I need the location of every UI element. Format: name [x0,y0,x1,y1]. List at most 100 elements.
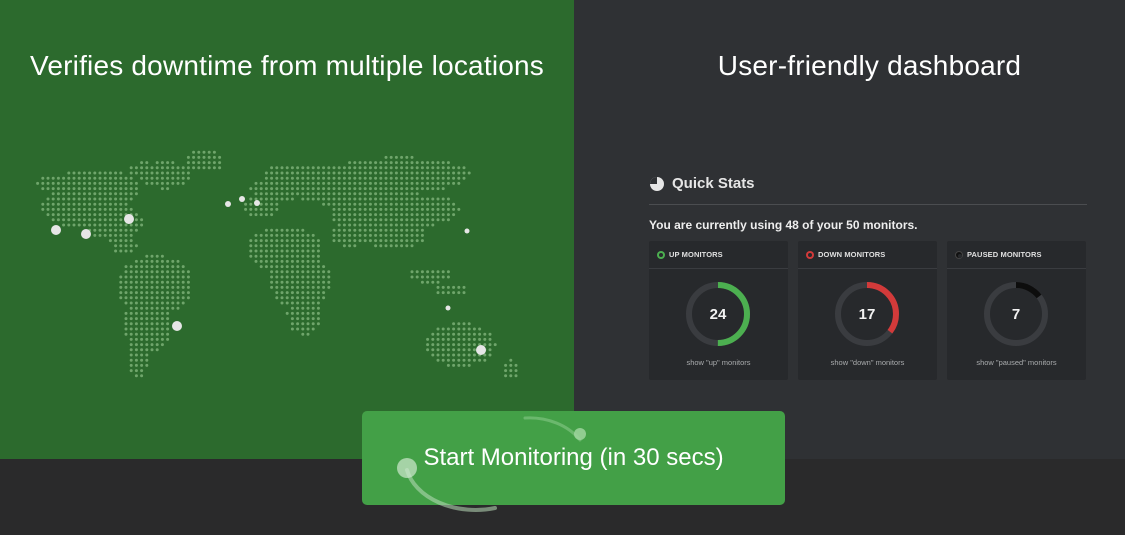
map-dot [337,207,341,211]
map-dot [436,202,440,206]
start-monitoring-button[interactable]: Start Monitoring (in 30 secs) [362,411,785,505]
map-dot [431,187,435,191]
map-dot [140,176,144,180]
map-dot [462,343,466,347]
map-dot [285,233,289,237]
map-dot [56,181,60,185]
map-dot [155,166,159,170]
map-dot [322,192,326,196]
map-dot [259,202,263,206]
map-dot [145,296,149,300]
map-dot [436,166,440,170]
map-dot [405,202,409,206]
map-dot [301,270,305,274]
map-dot [108,213,112,217]
map-dot [405,239,409,243]
map-dot [134,187,138,191]
show-up-monitors-link[interactable]: show "up" monitors [649,358,788,367]
map-dot [457,285,461,289]
map-dot [280,166,284,170]
map-dot [254,244,258,248]
show-paused-monitors-link[interactable]: show "paused" monitors [947,358,1086,367]
map-dot [322,291,326,295]
map-dot [82,223,86,227]
map-dot [270,259,274,263]
map-dot [431,337,435,341]
map-dot [56,192,60,196]
map-dot [77,223,81,227]
map-dot [270,254,274,258]
map-dot [114,228,118,232]
map-dot [124,301,128,305]
map-dot [160,317,164,321]
map-dot [296,181,300,185]
map-dot [145,358,149,362]
map-dot [415,187,419,191]
map-dot [311,265,315,269]
map-dot [290,275,294,279]
map-dot [124,265,128,269]
map-dot [129,348,133,352]
map-dot [467,353,471,357]
map-dot [358,181,362,185]
map-dot [145,181,149,185]
map-dot [441,348,445,352]
map-dot [431,171,435,175]
map-dot [176,296,180,300]
map-dot [82,207,86,211]
map-dot [98,207,102,211]
map-dot [420,171,424,175]
map-dot [244,207,248,211]
map-dot [316,285,320,289]
map-dot [316,197,320,201]
map-dot [181,181,185,185]
map-dot [446,161,450,165]
map-dot [270,244,274,248]
map-dot [478,358,482,362]
map-dot [82,187,86,191]
map-dot [181,280,185,284]
map-dot [405,197,409,201]
map-dot [155,254,159,258]
map-dot [155,306,159,310]
map-dot [140,291,144,295]
map-dot [301,254,305,258]
map-dot [311,259,315,263]
map-dot [62,218,66,222]
map-dot [405,176,409,180]
map-dot [140,265,144,269]
map-dot [426,343,430,347]
map-dot [134,327,138,331]
map-dot [368,213,372,217]
map-dot [51,197,55,201]
map-dot [259,187,263,191]
map-dot [452,322,456,326]
map-dot [114,223,118,227]
map-dot [134,171,138,175]
map-dot [374,171,378,175]
map-dot [410,270,414,274]
map-dot [192,155,196,159]
show-down-monitors-link[interactable]: show "down" monitors [798,358,937,367]
map-dot [285,176,289,180]
map-dot [134,296,138,300]
map-dot [446,358,450,362]
map-dot [358,233,362,237]
map-dot [415,171,419,175]
map-dot [166,296,170,300]
map-dot [311,311,315,315]
map-dot [389,239,393,243]
map-dot [145,306,149,310]
map-dot [124,311,128,315]
map-dot [446,348,450,352]
map-dot [207,150,211,154]
map-dot [415,161,419,165]
map-dot [114,197,118,201]
map-dot [56,213,60,217]
map-dot [166,301,170,305]
map-dot [296,239,300,243]
map-dot [129,280,133,284]
map-dot [410,187,414,191]
map-dot [72,197,76,201]
map-dot [197,161,201,165]
